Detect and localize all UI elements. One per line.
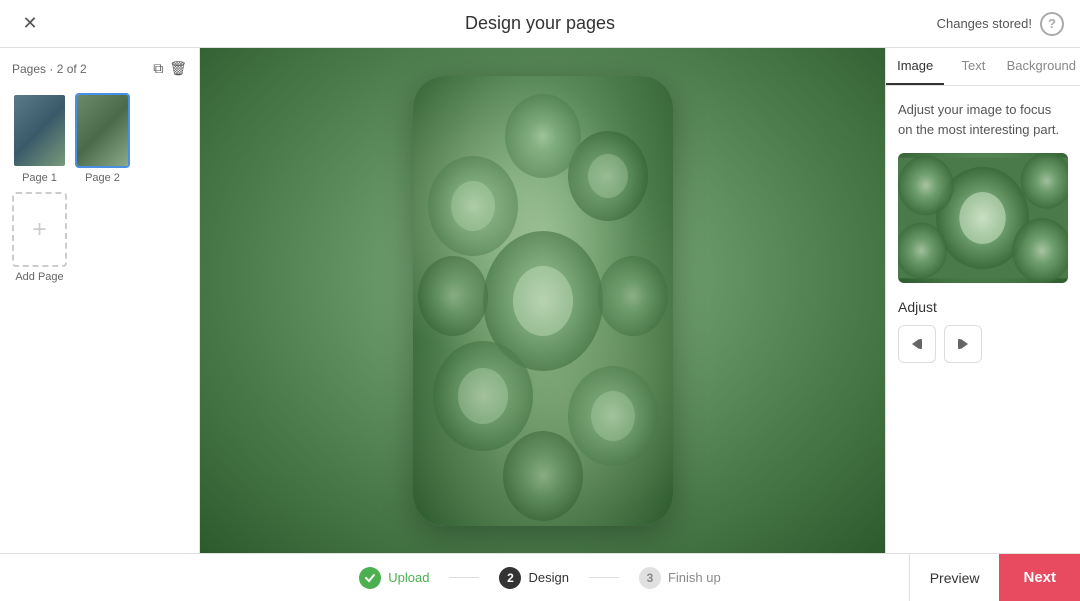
duplicate-page-button[interactable]: ⧉ <box>153 60 163 77</box>
step-design-label: Design <box>528 570 568 585</box>
pages-count-label: Pages · 2 of 2 <box>12 62 87 76</box>
header: ✕ Design your pages Changes stored! ? <box>0 0 1080 48</box>
phone-inner <box>413 76 673 526</box>
adjust-section-title: Adjust <box>898 299 1068 315</box>
help-button[interactable]: ? <box>1040 12 1064 36</box>
canvas-svg-decoration <box>413 76 673 526</box>
page-2-label: Page 2 <box>85 172 120 184</box>
changes-stored-label: Changes stored! <box>937 16 1032 31</box>
close-button[interactable]: ✕ <box>16 10 44 38</box>
step-upload-num <box>359 567 381 589</box>
step-finish-num: 3 <box>639 567 661 589</box>
page-thumbnails: Page 1 Page 2 + Add Page <box>0 85 199 291</box>
tab-image[interactable]: Image <box>886 48 944 85</box>
page-thumb-img-1 <box>12 93 67 168</box>
step-upload: Upload <box>359 567 429 589</box>
right-panel-tabs: Image Text Background <box>886 48 1080 86</box>
checkmark-icon <box>364 572 376 584</box>
page-thumb-img-2 <box>75 93 130 168</box>
add-page-label: Add Page <box>15 271 63 283</box>
right-panel: Image Text Background Adjust your image … <box>885 48 1080 553</box>
step-design-num: 2 <box>499 567 521 589</box>
add-page-icon: + <box>12 192 67 267</box>
step-design: 2 Design <box>499 567 568 589</box>
phone-frame <box>413 76 673 526</box>
tab-background[interactable]: Background <box>1003 48 1080 85</box>
page-thumb-1[interactable]: Page 1 <box>12 93 67 184</box>
canvas-wrapper <box>413 76 673 526</box>
step-indicators: Upload 2 Design 3 Finish up <box>359 567 720 589</box>
step-divider-1 <box>449 577 479 578</box>
page-1-label: Page 1 <box>22 172 57 184</box>
tab-text[interactable]: Text <box>944 48 1002 85</box>
adjust-controls <box>898 325 1068 363</box>
bottom-bar: Upload 2 Design 3 Finish up Preview Next <box>0 553 1080 601</box>
pages-actions: ⧉ 🗑 <box>153 60 187 77</box>
redo-icon <box>954 335 972 353</box>
header-right: Changes stored! ? <box>937 12 1064 36</box>
step-finish-label: Finish up <box>668 570 721 585</box>
adjust-description: Adjust your image to focus on the most i… <box>898 100 1068 139</box>
right-panel-content: Adjust your image to focus on the most i… <box>886 86 1080 553</box>
next-button[interactable]: Next <box>999 554 1080 601</box>
redo-adjust-button[interactable] <box>944 325 982 363</box>
delete-page-button[interactable]: 🗑 <box>169 60 187 77</box>
step-divider-2 <box>589 577 619 578</box>
left-panel: Pages · 2 of 2 ⧉ 🗑 Page 1 Page 2 <box>0 48 200 553</box>
undo-icon <box>908 335 926 353</box>
pages-label-row: Pages · 2 of 2 ⧉ 🗑 <box>0 60 199 85</box>
preview-thumb-svg <box>898 153 1068 283</box>
page-thumb-2[interactable]: Page 2 <box>75 93 130 184</box>
page-title: Design your pages <box>465 13 615 34</box>
preview-button[interactable]: Preview <box>909 554 1000 601</box>
step-upload-label: Upload <box>388 570 429 585</box>
step-finish: 3 Finish up <box>639 567 721 589</box>
undo-adjust-button[interactable] <box>898 325 936 363</box>
image-preview-thumbnail <box>898 153 1068 283</box>
canvas-area <box>200 48 885 553</box>
bottom-right-actions: Preview Next <box>909 554 1080 601</box>
add-page-thumb[interactable]: + Add Page <box>12 192 67 283</box>
main-layout: Pages · 2 of 2 ⧉ 🗑 Page 1 Page 2 <box>0 48 1080 553</box>
